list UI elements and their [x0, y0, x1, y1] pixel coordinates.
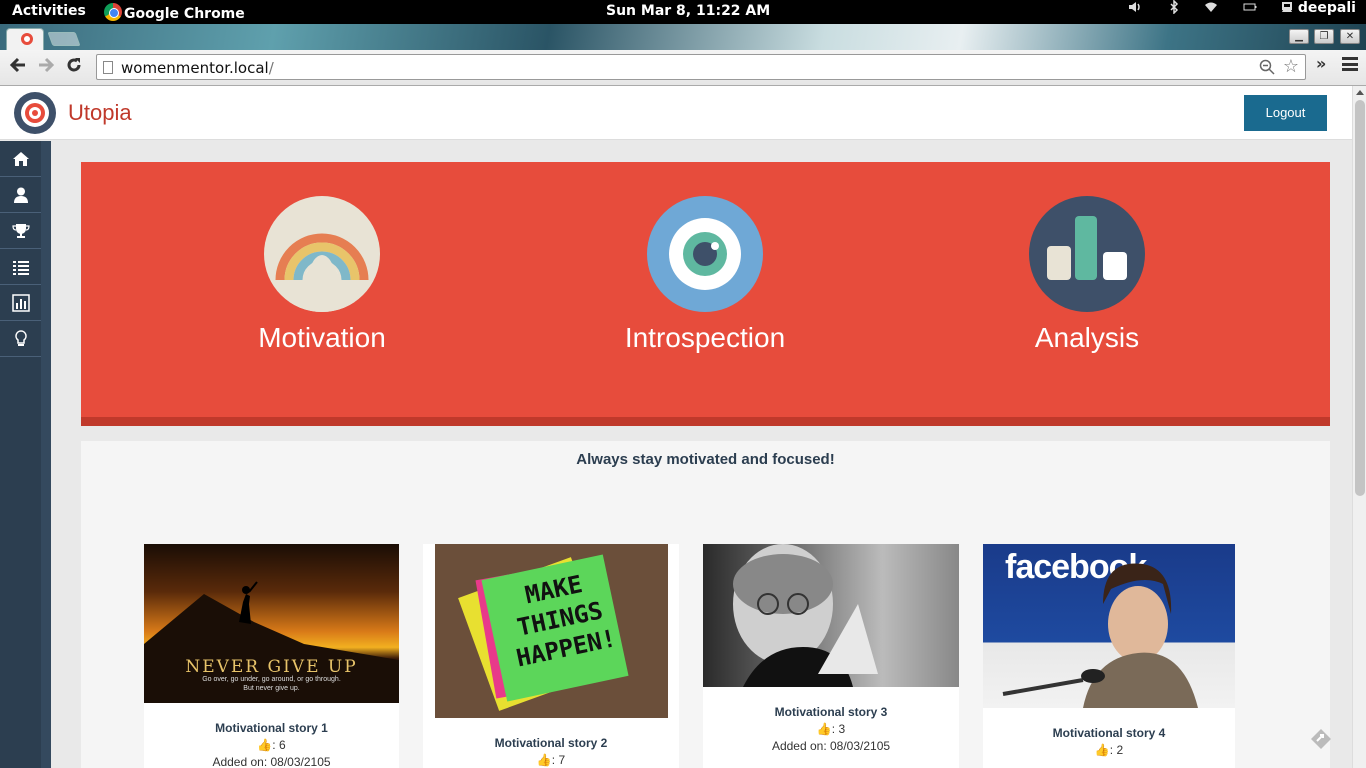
thumbs-up-icon[interactable]: 👍	[537, 753, 552, 767]
story-image-1-subcaption-2: But never give up.	[243, 685, 300, 692]
floating-action-icon[interactable]	[1310, 728, 1332, 750]
story-card-3[interactable]: Motivational story 3 👍: 3 Added on: 08/0…	[703, 544, 959, 768]
sidebar-item-list[interactable]	[0, 249, 41, 285]
browser-toolbar: womenmentor.local/ ☆	[0, 50, 1366, 86]
wifi-icon[interactable]	[1203, 0, 1219, 18]
story-image-4[interactable]: facebook	[983, 544, 1235, 708]
bar-chart-icon	[11, 293, 30, 312]
sidebar-item-analysis[interactable]	[0, 285, 41, 321]
trophy-icon	[11, 223, 30, 238]
scrollbar-thumb[interactable]	[1355, 100, 1365, 496]
home-icon	[12, 151, 29, 166]
sidebar-item-profile[interactable]	[0, 177, 41, 213]
scroll-up-arrow-icon[interactable]	[1356, 90, 1364, 95]
eye-icon	[647, 196, 763, 312]
forward-arrow-icon	[39, 57, 55, 73]
bluetooth-icon[interactable]	[1168, 0, 1180, 18]
app-name: Google Chrome	[124, 6, 245, 22]
sidebar-item-ideas[interactable]	[0, 321, 41, 357]
story-card-1[interactable]: NEVER GIVE UP Go over, go under, go arou…	[144, 544, 399, 768]
story-added-date: Added on: 08/03/2105	[771, 739, 891, 753]
story-image-1-subcaption-1: Go over, go under, go around, or go thro…	[202, 676, 341, 683]
browser-tab-active[interactable]	[6, 28, 44, 50]
feature-introspection[interactable]: Introspection	[585, 196, 825, 354]
clock[interactable]: Sun Mar 8, 11:22 AM	[606, 3, 770, 19]
sidebar-item-achievements[interactable]	[0, 213, 41, 249]
story-image-1-caption: NEVER GIVE UP	[185, 657, 358, 677]
feature-banner: Motivation Introspection Analysis	[81, 162, 1330, 426]
feature-label: Introspection	[624, 322, 786, 353]
sidebar	[0, 141, 51, 768]
battery-icon[interactable]	[1243, 0, 1257, 18]
story-likes: 👍: 6	[257, 738, 286, 752]
utopia-logo-icon[interactable]	[14, 92, 56, 134]
back-button[interactable]	[6, 56, 30, 80]
feature-label: Motivation	[258, 322, 386, 353]
minimize-button[interactable]: ▁	[1289, 29, 1309, 44]
system-top-bar: Activities Google Chrome Sun Mar 8, 11:2…	[0, 0, 1366, 24]
extensions-overflow-button[interactable]: »	[1316, 54, 1326, 73]
activities-button[interactable]: Activities	[12, 3, 86, 19]
thumbs-up-icon[interactable]: 👍	[1095, 743, 1110, 757]
story-likes: 👍: 3	[816, 722, 846, 736]
maximize-button[interactable]: ❐	[1314, 29, 1334, 44]
user-menu[interactable]: deepali	[1281, 0, 1356, 16]
list-icon	[12, 260, 29, 275]
address-bar[interactable]: womenmentor.local/ ☆	[96, 54, 1306, 80]
page-icon	[103, 61, 113, 74]
story-title[interactable]: Motivational story 1	[144, 721, 399, 735]
back-arrow-icon	[9, 57, 25, 73]
feature-label: Analysis	[1034, 322, 1140, 353]
story-likes: 👍: 2	[1094, 743, 1124, 757]
zoom-icon[interactable]	[1259, 59, 1275, 79]
analysis-chart-icon	[1029, 196, 1145, 312]
feature-motivation[interactable]: Motivation	[202, 196, 442, 354]
story-title[interactable]: Motivational story 2	[423, 736, 679, 750]
close-window-button[interactable]: ✕	[1340, 29, 1360, 44]
brand-name[interactable]: Utopia	[68, 100, 132, 126]
tagline: Always stay motivated and focused!	[576, 451, 835, 468]
chrome-menu-button[interactable]	[1342, 57, 1358, 71]
page-viewport: Utopia Logout Motivation Introspection A…	[0, 86, 1352, 768]
sidebar-item-home[interactable]	[0, 141, 41, 177]
logout-button[interactable]: Logout	[1244, 95, 1327, 131]
stories-panel: Always stay motivated and focused! NEVER…	[81, 441, 1330, 768]
sidebar-edge	[41, 141, 51, 768]
new-tab-button[interactable]	[47, 32, 81, 46]
rainbow-icon	[264, 196, 380, 312]
story-image-1[interactable]: NEVER GIVE UP Go over, go under, go arou…	[144, 544, 399, 703]
app-menu[interactable]: Google Chrome	[104, 3, 245, 22]
reload-icon	[67, 58, 81, 72]
thumbs-up-icon[interactable]: 👍	[257, 738, 272, 752]
site-header: Utopia Logout	[0, 86, 1352, 140]
story-title[interactable]: Motivational story 4	[983, 726, 1235, 740]
browser-frame: ▁ ❐ ✕ womenmentor.local/ ☆ »	[0, 24, 1366, 86]
page-scrollbar[interactable]	[1352, 86, 1366, 768]
bookmark-star-icon[interactable]: ☆	[1283, 56, 1299, 77]
story-added-date: Added on: 08/03/2105	[212, 755, 331, 768]
site-favicon-icon	[21, 33, 33, 45]
forward-button[interactable]	[34, 56, 58, 80]
story-image-2[interactable]: MAKE THINGS HAPPEN!	[434, 544, 668, 718]
story-card-2[interactable]: MAKE THINGS HAPPEN! Motivational story 2…	[423, 544, 679, 768]
url-text: womenmentor.local/	[121, 59, 274, 77]
user-menu-icon	[1281, 0, 1298, 16]
tab-strip: ▁ ❐ ✕	[0, 24, 1366, 50]
story-image-3[interactable]	[703, 544, 959, 687]
user-icon	[13, 187, 28, 203]
lightbulb-icon	[14, 329, 27, 346]
thumbs-up-icon[interactable]: 👍	[817, 722, 832, 736]
story-likes: 👍: 7	[536, 753, 566, 767]
volume-icon[interactable]	[1128, 0, 1142, 18]
chrome-logo-icon	[104, 3, 122, 21]
story-title[interactable]: Motivational story 3	[703, 705, 959, 719]
story-card-4[interactable]: facebook Motivational story 4 👍: 2	[983, 544, 1235, 768]
feature-analysis[interactable]: Analysis	[967, 196, 1207, 354]
reload-button[interactable]	[62, 56, 86, 80]
user-name: deepali	[1297, 0, 1356, 16]
